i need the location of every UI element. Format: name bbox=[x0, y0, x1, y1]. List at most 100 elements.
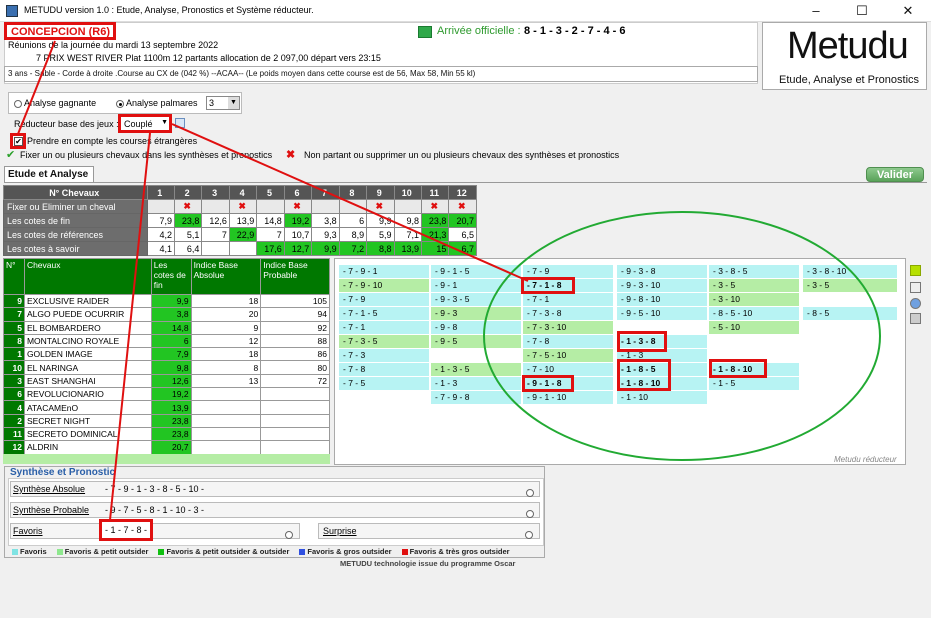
grid-cell: 6,5 bbox=[448, 227, 477, 242]
radio-icon[interactable] bbox=[525, 530, 533, 539]
fixer-label: Fixer un ou plusieurs chevaux dans les s… bbox=[20, 150, 273, 160]
horse-n-cell: 12 bbox=[3, 440, 25, 455]
grid-toggle-cell[interactable] bbox=[201, 199, 230, 214]
favoris-row: Favoris bbox=[10, 523, 300, 539]
remove-horse-icon[interactable]: ✖ bbox=[283, 199, 313, 214]
grid-toggle-cell[interactable] bbox=[311, 199, 340, 214]
horse-cote-cell: 12,6 bbox=[150, 373, 192, 389]
horse-abs-cell bbox=[190, 387, 262, 402]
grid-col-header: 10 bbox=[393, 185, 422, 200]
tab-etude-analyse[interactable]: Etude et Analyse bbox=[4, 166, 94, 182]
remove-horse-icon[interactable]: ✖ bbox=[173, 199, 203, 214]
table-row[interactable]: 3 EAST SHANGHAI 12,6 13 72 bbox=[3, 373, 330, 389]
help-icon[interactable] bbox=[910, 298, 921, 309]
close-button[interactable]: ✕ bbox=[885, 0, 931, 22]
table-row[interactable]: 9 EXCLUSIVE RAIDER 9,9 18 105 bbox=[3, 293, 330, 309]
horse-name-cell: ALGO PUEDE OCURRIR bbox=[23, 307, 152, 322]
horse-n-cell: 3 bbox=[3, 373, 25, 389]
combo-cell: - 9 - 8 - 10 bbox=[617, 293, 707, 306]
legend-item: Favoris & gros outsider bbox=[299, 547, 392, 556]
grid-col-header: 4 bbox=[228, 185, 258, 200]
combo-cell: - 7 - 3 - 5 bbox=[339, 335, 429, 348]
table-row[interactable]: 11 SECRETO DOMINICAL 23,8 bbox=[3, 426, 330, 442]
table-row[interactable]: 2 SECRET NIGHT 23,8 bbox=[3, 413, 330, 428]
grid-cell: 8,9 bbox=[338, 227, 368, 242]
cross-icon: ✖ bbox=[286, 149, 296, 161]
grid-toggle-cell[interactable] bbox=[393, 199, 422, 214]
horse-abs-cell: 9 bbox=[190, 320, 262, 335]
combo-cell: - 1 - 3 - 5 bbox=[431, 363, 521, 376]
remove-horse-icon[interactable]: ✖ bbox=[228, 199, 258, 214]
palmares-select[interactable]: 3 ▼ bbox=[206, 96, 240, 110]
radio-icon[interactable] bbox=[285, 530, 293, 539]
copy-icon[interactable] bbox=[175, 118, 185, 128]
grid-cell: 7,2 bbox=[338, 241, 368, 256]
highlight-box bbox=[617, 359, 671, 391]
legend-label: Favoris & gros outsider bbox=[307, 547, 392, 556]
combo-cell: - 7 - 8 bbox=[523, 335, 613, 348]
grid-col-header: 2 bbox=[173, 185, 203, 200]
grid-toggle-cell[interactable] bbox=[146, 199, 175, 214]
grid-cell: 6,7 bbox=[448, 241, 477, 256]
grid-toggle-cell[interactable] bbox=[256, 199, 285, 214]
remove-horse-icon[interactable]: ✖ bbox=[420, 199, 450, 214]
horse-n-cell: 8 bbox=[3, 333, 25, 349]
color-square-icon[interactable] bbox=[910, 265, 921, 276]
synthese-absolue-row: Synthèse Absolue - 7 - 9 - 1 - 3 - 8 - 5… bbox=[10, 481, 540, 497]
table-row[interactable]: 7 ALGO PUEDE OCURRIR 3,8 20 94 bbox=[3, 307, 330, 322]
grid-col-header: 11 bbox=[420, 185, 450, 200]
favoris-value-box: - 1 - 7 - 8 - bbox=[99, 519, 153, 541]
reducteur-select[interactable]: Couplé ▼ bbox=[118, 114, 172, 133]
table-row[interactable]: 8 MONTALCINO ROYALE 6 12 88 bbox=[3, 333, 330, 349]
maximize-button[interactable]: ☐ bbox=[839, 0, 885, 22]
combo-cell: - 3 - 8 - 10 bbox=[803, 265, 897, 278]
minimize-button[interactable]: – bbox=[793, 0, 839, 22]
horse-cote-cell: 19,2 bbox=[150, 387, 192, 402]
horse-name-cell: GOLDEN IMAGE bbox=[23, 347, 152, 362]
grid-cell: 13,9 bbox=[228, 213, 258, 228]
grid-col-header: 6 bbox=[283, 185, 313, 200]
highlight-box bbox=[521, 277, 575, 294]
hippodrome-title: CONCEPCION (R6) bbox=[11, 26, 111, 38]
grid-row: Fixer ou Eliminer un cheval ✖ ✖ ✖ ✖ ✖ ✖ bbox=[3, 199, 477, 214]
combo-cell: - 9 - 5 bbox=[431, 335, 521, 348]
table-row[interactable]: 10 EL NARINGA 9,8 8 80 bbox=[3, 360, 330, 375]
table-row[interactable]: 1 GOLDEN IMAGE 7,9 18 86 bbox=[3, 347, 330, 362]
chevron-down-icon: ▼ bbox=[228, 97, 239, 109]
reducteur-footer: Metudu réducteur bbox=[834, 455, 897, 464]
combo-cell: - 1 - 5 bbox=[709, 377, 799, 390]
arrivee-value: 8 - 1 - 3 - 2 - 7 - 4 - 6 bbox=[524, 25, 626, 37]
table-row[interactable]: 5 EL BOMBARDERO 14,8 9 92 bbox=[3, 320, 330, 335]
horse-name-cell: SECRETO DOMINICAL bbox=[23, 426, 152, 442]
table-row[interactable]: 6 REVOLUCIONARIO 19,2 bbox=[3, 387, 330, 402]
radio-icon[interactable] bbox=[526, 488, 534, 497]
analyse-gagnante-radio[interactable]: Analyse gagnante bbox=[14, 98, 96, 108]
horse-n-cell: 2 bbox=[3, 413, 25, 428]
synthese-absolue-value: - 7 - 9 - 1 - 3 - 8 - 5 - 10 - bbox=[105, 484, 205, 494]
combo-cell: - 5 - 10 bbox=[709, 321, 799, 334]
radio-icon[interactable] bbox=[526, 509, 534, 518]
remove-horse-icon[interactable]: ✖ bbox=[448, 199, 477, 214]
valider-button[interactable]: Valider bbox=[866, 167, 924, 182]
etrangeres-checkbox[interactable]: ✔ bbox=[10, 133, 26, 149]
grid-cell: 15 bbox=[420, 241, 450, 256]
horse-prob-cell: 105 bbox=[260, 293, 330, 309]
remove-horse-icon[interactable]: ✖ bbox=[366, 199, 395, 214]
add-icon[interactable] bbox=[910, 282, 921, 293]
radio-selected-icon bbox=[116, 99, 124, 108]
table-row[interactable]: 4 ATACAMEnO 13,9 bbox=[3, 400, 330, 415]
legend-label: Favoris & petit outsider bbox=[64, 547, 149, 556]
grid-cell: 13,9 bbox=[393, 241, 422, 256]
horse-cote-cell: 3,8 bbox=[150, 307, 192, 322]
legend-item: Favoris bbox=[12, 547, 47, 556]
analyse-palmares-radio[interactable]: Analyse palmares bbox=[116, 98, 198, 108]
print-icon[interactable] bbox=[910, 313, 921, 324]
horse-name-cell: EXCLUSIVE RAIDER bbox=[23, 293, 152, 309]
grid-row: Les cotes de fin 7,9 23,8 12,6 13,9 14,8 19,2 3… bbox=[3, 213, 477, 228]
table-row[interactable]: 12 ALDRIN 20,7 bbox=[3, 440, 330, 455]
legend-item: Favoris & petit outsider bbox=[56, 547, 149, 556]
grid-cell: 23,8 bbox=[173, 213, 203, 228]
combo-cell: - 7 - 1 - 5 bbox=[339, 307, 429, 320]
grid-toggle-cell[interactable] bbox=[338, 199, 368, 214]
combo-cell: - 7 - 9 bbox=[339, 293, 429, 306]
